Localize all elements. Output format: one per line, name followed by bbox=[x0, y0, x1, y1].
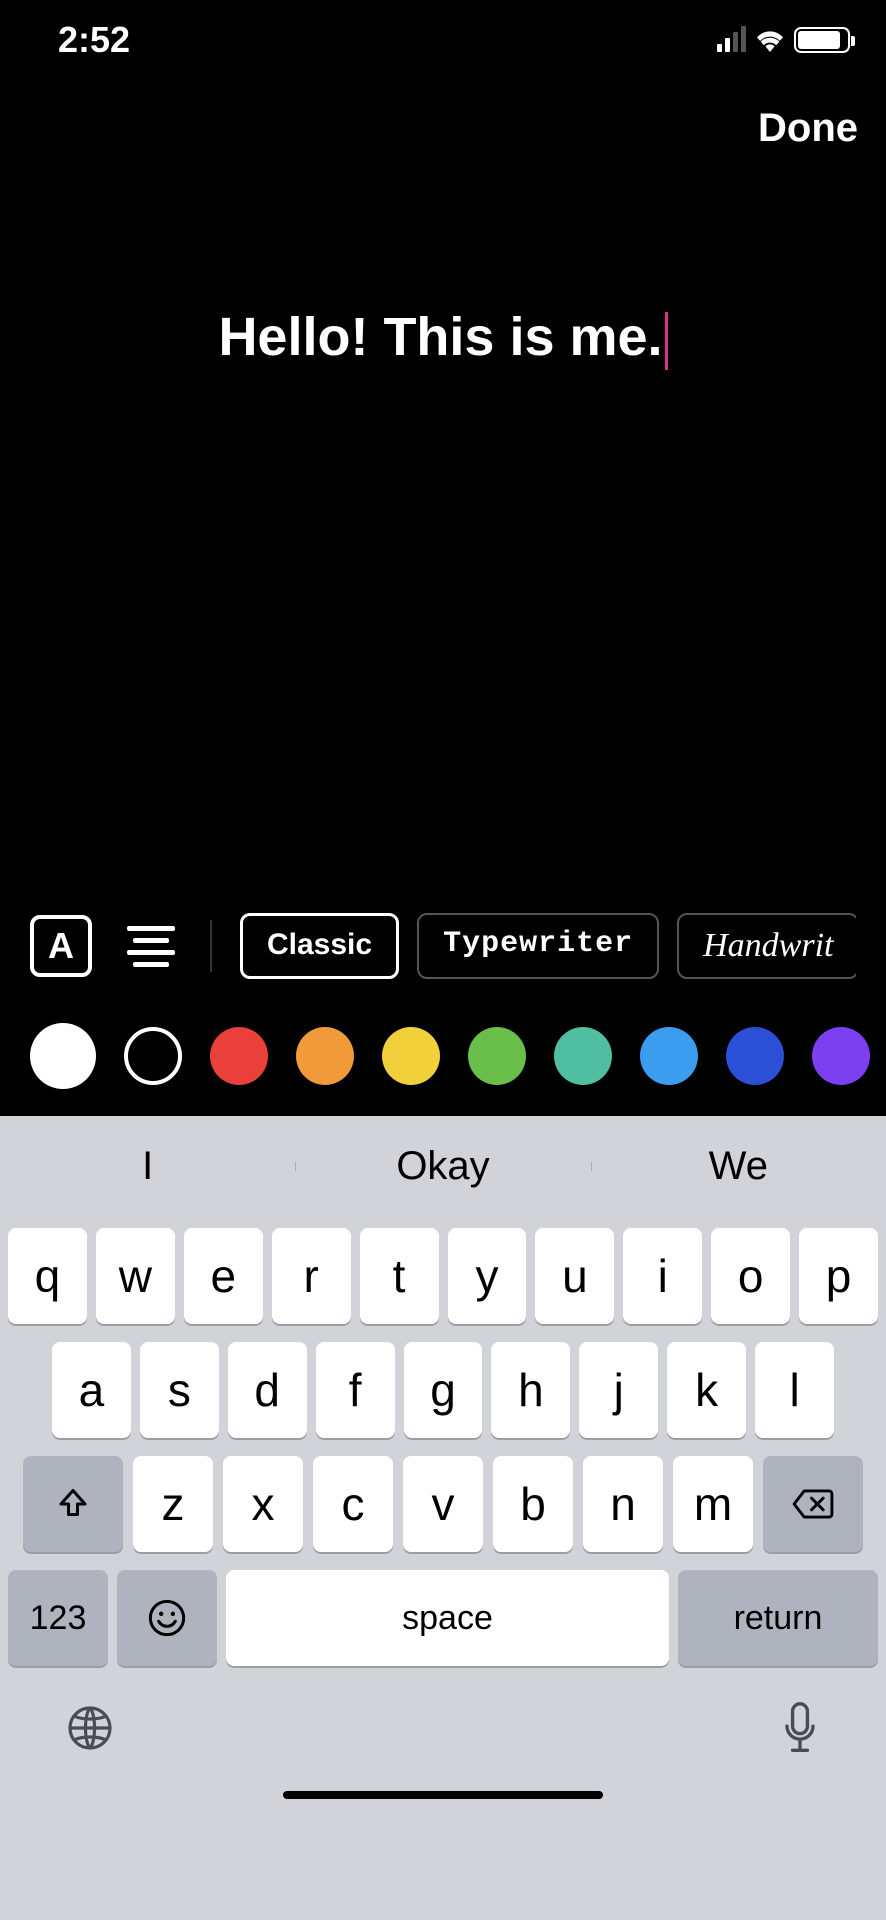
color-swatch-5[interactable] bbox=[468, 1027, 526, 1085]
header: Done bbox=[0, 80, 886, 176]
text-entry[interactable]: Hello! This is me. bbox=[218, 306, 667, 370]
microphone-icon[interactable] bbox=[780, 1702, 820, 1759]
suggestion-3[interactable]: We bbox=[591, 1144, 886, 1189]
font-option-handwriting[interactable]: Handwrit bbox=[677, 913, 856, 979]
key-a[interactable]: a bbox=[52, 1342, 131, 1438]
backspace-key[interactable] bbox=[763, 1456, 863, 1552]
toolbar-separator bbox=[210, 920, 212, 972]
text-cursor bbox=[665, 312, 668, 370]
home-indicator[interactable] bbox=[0, 1775, 886, 1815]
key-c[interactable]: c bbox=[313, 1456, 393, 1552]
key-o[interactable]: o bbox=[711, 1228, 790, 1324]
key-t[interactable]: t bbox=[360, 1228, 439, 1324]
key-s[interactable]: s bbox=[140, 1342, 219, 1438]
color-swatch-9[interactable] bbox=[812, 1027, 870, 1085]
keyboard-bottom-row bbox=[0, 1676, 886, 1775]
shift-key[interactable] bbox=[23, 1456, 123, 1552]
key-x[interactable]: x bbox=[223, 1456, 303, 1552]
key-p[interactable]: p bbox=[799, 1228, 878, 1324]
key-n[interactable]: n bbox=[583, 1456, 663, 1552]
numbers-key[interactable]: 123 bbox=[8, 1570, 108, 1666]
font-option-classic[interactable]: Classic bbox=[240, 913, 399, 979]
key-k[interactable]: k bbox=[667, 1342, 746, 1438]
key-row-4: 123 space return bbox=[8, 1570, 878, 1666]
entered-text: Hello! This is me. bbox=[218, 307, 662, 367]
keyboard: I Okay We qwertyuiop asdfghjkl zxcvbnm 1… bbox=[0, 1116, 886, 1920]
key-l[interactable]: l bbox=[755, 1342, 834, 1438]
emoji-key[interactable] bbox=[117, 1570, 217, 1666]
font-picker[interactable]: Classic Typewriter Handwrit bbox=[240, 913, 856, 979]
key-e[interactable]: e bbox=[184, 1228, 263, 1324]
key-v[interactable]: v bbox=[403, 1456, 483, 1552]
key-rows: qwertyuiop asdfghjkl zxcvbnm 123 space r… bbox=[0, 1216, 886, 1676]
color-swatch-8[interactable] bbox=[726, 1027, 784, 1085]
key-j[interactable]: j bbox=[579, 1342, 658, 1438]
font-option-typewriter[interactable]: Typewriter bbox=[417, 913, 659, 979]
key-i[interactable]: i bbox=[623, 1228, 702, 1324]
key-m[interactable]: m bbox=[673, 1456, 753, 1552]
key-b[interactable]: b bbox=[493, 1456, 573, 1552]
key-u[interactable]: u bbox=[535, 1228, 614, 1324]
key-q[interactable]: q bbox=[8, 1228, 87, 1324]
cellular-signal-icon bbox=[717, 28, 746, 52]
space-key[interactable]: space bbox=[226, 1570, 669, 1666]
key-row-1: qwertyuiop bbox=[8, 1228, 878, 1324]
key-row-2: asdfghjkl bbox=[8, 1342, 878, 1438]
status-bar: 2:52 bbox=[0, 0, 886, 80]
key-d[interactable]: d bbox=[228, 1342, 307, 1438]
color-swatch-3[interactable] bbox=[296, 1027, 354, 1085]
battery-icon bbox=[794, 27, 850, 53]
globe-icon[interactable] bbox=[66, 1704, 114, 1757]
text-toolbar: A Classic Typewriter Handwrit bbox=[0, 896, 886, 996]
key-g[interactable]: g bbox=[404, 1342, 483, 1438]
color-swatch-2[interactable] bbox=[210, 1027, 268, 1085]
color-palette[interactable] bbox=[0, 996, 886, 1116]
suggestion-2[interactable]: Okay bbox=[295, 1144, 590, 1189]
key-row-3: zxcvbnm bbox=[8, 1456, 878, 1552]
color-swatch-0[interactable] bbox=[30, 1023, 96, 1089]
key-w[interactable]: w bbox=[96, 1228, 175, 1324]
wifi-icon bbox=[754, 28, 786, 52]
text-style-button[interactable]: A bbox=[30, 915, 92, 977]
key-z[interactable]: z bbox=[133, 1456, 213, 1552]
done-button[interactable]: Done bbox=[758, 106, 858, 151]
key-y[interactable]: y bbox=[448, 1228, 527, 1324]
color-swatch-6[interactable] bbox=[554, 1027, 612, 1085]
text-canvas[interactable]: Hello! This is me. bbox=[0, 176, 886, 896]
status-icons bbox=[717, 27, 850, 53]
color-swatch-4[interactable] bbox=[382, 1027, 440, 1085]
key-h[interactable]: h bbox=[491, 1342, 570, 1438]
color-swatch-7[interactable] bbox=[640, 1027, 698, 1085]
color-swatch-1[interactable] bbox=[124, 1027, 182, 1085]
text-align-button[interactable] bbox=[120, 915, 182, 977]
suggestion-bar: I Okay We bbox=[0, 1116, 886, 1216]
return-key[interactable]: return bbox=[678, 1570, 878, 1666]
key-r[interactable]: r bbox=[272, 1228, 351, 1324]
key-f[interactable]: f bbox=[316, 1342, 395, 1438]
suggestion-1[interactable]: I bbox=[0, 1144, 295, 1189]
status-time: 2:52 bbox=[58, 19, 130, 61]
